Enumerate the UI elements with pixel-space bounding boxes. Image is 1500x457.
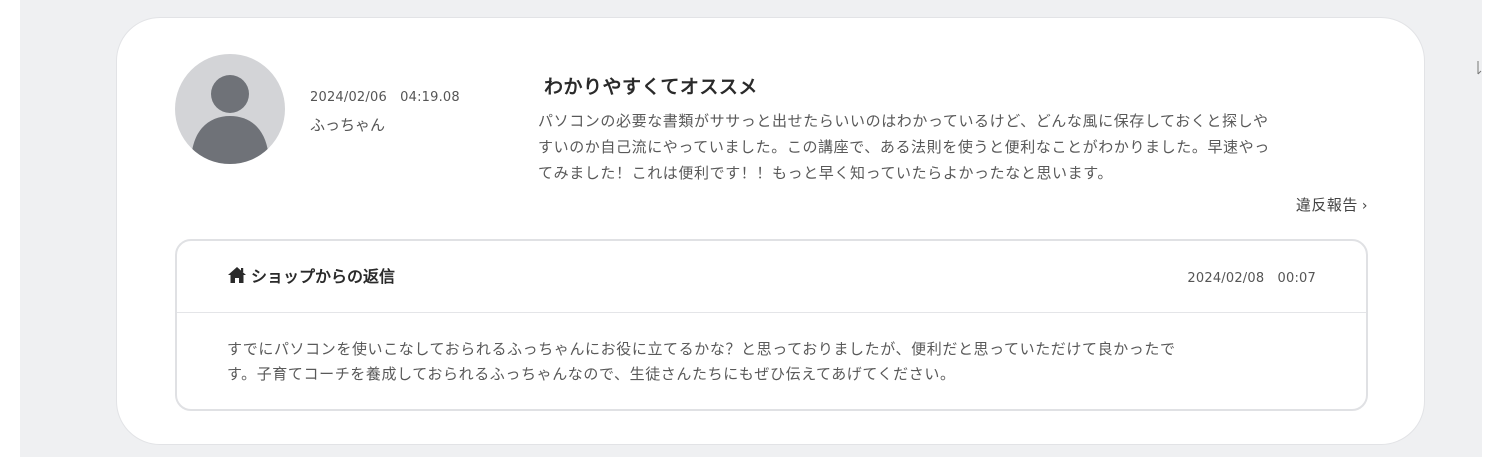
report-link-label: 違反報告 — [1295, 196, 1358, 214]
review-card: 2024/02/06 04:19.08 ふっちゃん わかりやすくてオススメ パソ… — [116, 17, 1425, 445]
review-body-line: パソコンの必要な書類がササっと出せたらいいのはわかっているけど、どんな風に保存し… — [538, 112, 1269, 130]
review-body-line: てみました！これは便利です！！もっと早く知っていたらよかったなと思います。 — [538, 164, 1113, 182]
reviewer-name: ふっちゃん — [310, 116, 386, 134]
review-title: わかりやすくてオススメ — [544, 76, 758, 98]
review-date: 2024/02/06 04:19.08 — [310, 90, 460, 105]
reply-body-line: すでにパソコンを使いこなしておられるふっちゃんにお役に立てるかな？と思っておりま… — [227, 340, 1176, 358]
shop-reply-box: ショップからの返信 2024/02/08 00:07 すでにパソコンを使いこなし… — [175, 239, 1368, 411]
reply-date: 2024/02/08 00:07 — [1187, 271, 1316, 286]
user-silhouette-icon — [191, 75, 269, 164]
home-icon — [228, 267, 246, 283]
report-violation-link[interactable]: 違反報告 › — [1296, 194, 1368, 215]
reply-body: すでにパソコンを使いこなしておられるふっちゃんにお役に立てるかな？と思っておりま… — [227, 337, 1327, 387]
reply-title: ショップからの返信 — [227, 263, 395, 287]
chevron-right-icon: › — [1361, 198, 1368, 214]
reply-header: ショップからの返信 2024/02/08 00:07 — [177, 241, 1366, 313]
reply-body-line: す。子育てコーチを養成しておられるふっちゃんなので、生徒さんたちにもぜひ伝えてあ… — [227, 365, 956, 383]
text-cursor-icon — [1477, 61, 1482, 75]
review-body-line: すいのか自己流にやっていました。この講座で、ある法則を使うと便利なことがわかりま… — [538, 138, 1270, 156]
reply-title-label: ショップからの返信 — [251, 267, 396, 286]
review-body: パソコンの必要な書類がササっと出せたらいいのはわかっているけど、どんな風に保存し… — [538, 108, 1378, 186]
avatar — [175, 54, 285, 164]
page-background: 2024/02/06 04:19.08 ふっちゃん わかりやすくてオススメ パソ… — [20, 0, 1482, 457]
